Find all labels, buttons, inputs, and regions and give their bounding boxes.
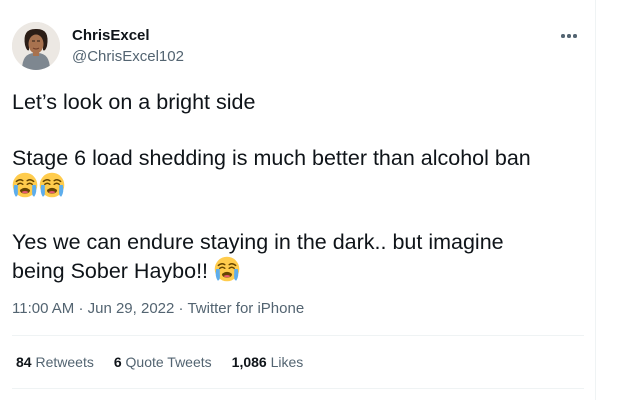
tweet-emoji-line [12,172,66,201]
tweet-date-link[interactable]: Jun 29, 2022 [88,300,175,317]
divider [12,335,584,336]
likes-count: 1,086 [231,354,267,370]
author-handle[interactable]: @ChrisExcel102 [72,48,184,65]
tweet-detail: ChrisExcel @ChrisExcel102 Let’s look on … [0,0,595,400]
likes-label: Likes [270,354,304,370]
loudly-crying-face-icon [214,256,240,282]
tweet-text-segment: being Sober Haybo!! [12,259,209,283]
loudly-crying-face-icon [12,172,38,198]
column-border [595,0,596,400]
loudly-crying-face-icon [39,172,65,198]
engagement-stats: 84 Retweets 6 Quote Tweets 1,086 Likes [16,354,323,370]
retweets-label: Retweets [35,354,94,370]
tweet-source-link[interactable]: Twitter for iPhone [187,300,304,317]
tweet-text-line-with-emoji: being Sober Haybo!! [12,256,241,285]
divider [12,388,584,389]
tweet-text-line: Yes we can endure staying in the dark.. … [12,230,504,254]
tweet-time-link[interactable]: 11:00 AM [12,300,74,317]
quote-tweets-label: Quote Tweets [125,354,212,370]
author-display-name[interactable]: ChrisExcel [72,27,150,44]
quote-tweets-stat[interactable]: 6 Quote Tweets [114,354,212,370]
avatar[interactable] [12,22,60,70]
tweet-text-line: Let’s look on a bright side [12,90,256,114]
quote-tweets-count: 6 [113,354,122,370]
meta-separator: · [178,300,184,317]
likes-stat[interactable]: 1,086 Likes [232,354,304,370]
retweets-count: 84 [16,354,32,370]
tweet-metadata: 11:00 AM · Jun 29, 2022 · Twitter for iP… [12,300,304,317]
tweet-text-line: Stage 6 load shedding is much better tha… [12,146,531,170]
retweets-stat[interactable]: 84 Retweets [16,354,94,370]
more-options-button[interactable] [554,24,584,48]
profile-photo-icon [12,22,60,70]
more-dots-icon [561,34,565,38]
meta-separator: · [78,300,84,317]
